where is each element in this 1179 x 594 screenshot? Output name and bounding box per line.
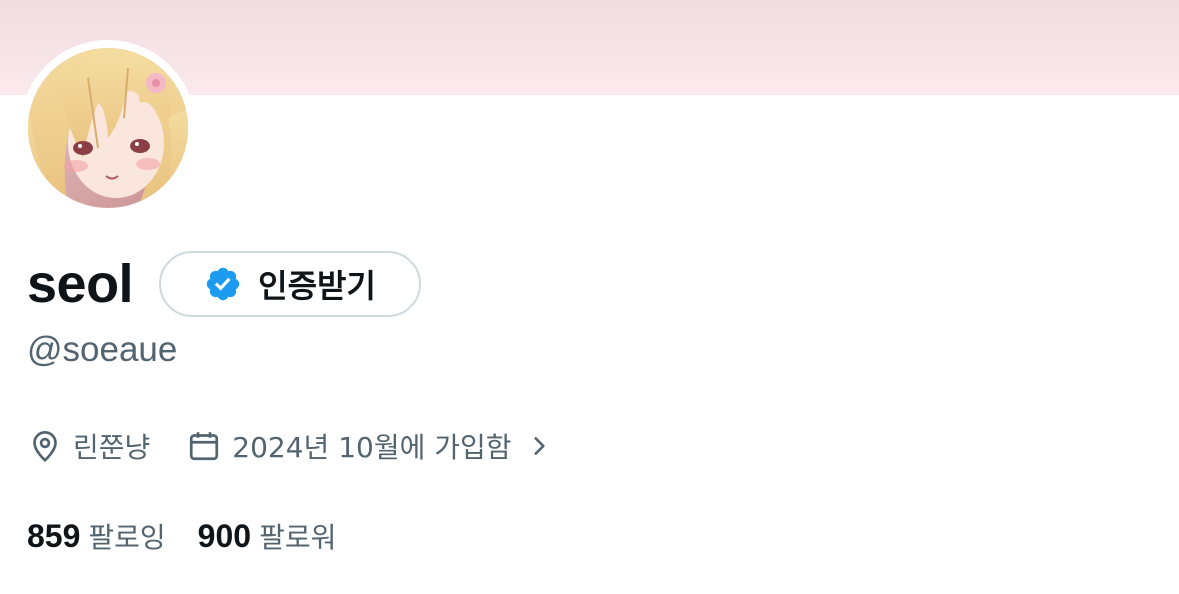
calendar-icon <box>186 428 222 464</box>
joined-date-text: 2024년 10월에 가입함 <box>232 431 512 464</box>
location-text: 린쭌냥 <box>73 431 151 464</box>
display-name: seol <box>27 254 134 314</box>
follow-stats: 859 팔로잉 900 팔로워 <box>27 514 336 558</box>
username-handle: @soeaue <box>27 330 178 369</box>
profile-meta: 린쭌냥 2024년 10월에 가입함 <box>27 423 552 469</box>
avatar-image[interactable] <box>28 48 188 208</box>
get-verified-label: 인증받기 <box>258 267 376 305</box>
get-verified-button[interactable]: 인증받기 <box>159 251 422 317</box>
followers-link[interactable]: 900 팔로워 <box>198 516 337 556</box>
location-item: 린쭌냥 <box>27 426 150 466</box>
name-row: seol 인증받기 <box>27 248 422 320</box>
chevron-right-icon <box>526 433 552 459</box>
avatar[interactable] <box>20 40 196 216</box>
following-label: 팔로잉 <box>88 521 166 554</box>
followers-label: 팔로워 <box>259 521 337 554</box>
followers-count: 900 <box>197 518 252 554</box>
joined-date-item[interactable]: 2024년 10월에 가입함 <box>186 426 551 466</box>
verified-badge-icon <box>204 265 242 303</box>
following-count: 859 <box>27 518 81 554</box>
location-pin-icon <box>27 428 63 464</box>
following-link[interactable]: 859 팔로잉 <box>27 516 166 556</box>
avatar-illustration <box>28 48 188 208</box>
